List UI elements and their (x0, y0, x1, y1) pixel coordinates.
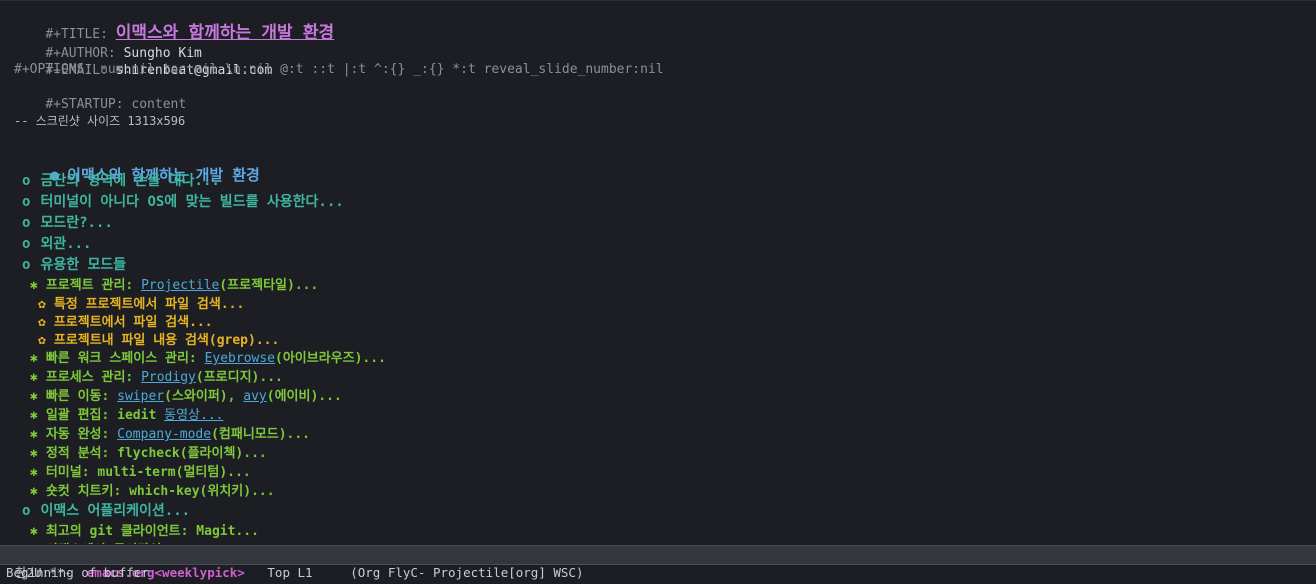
heading-text: 외관... (40, 236, 92, 252)
heading-level3[interactable]: ✱ 프로세스 관리: Prodigy(프로디지)... (30, 369, 283, 387)
bullet-asterisk-icon: ✱ (30, 408, 38, 423)
bullet-circle-icon: o (22, 173, 31, 189)
heading-text: 프로젝트내 파일 내용 검색(grep)... (53, 333, 280, 348)
heading-text: 터미널이 아니다 OS에 맞는 빌드를 사용한다... (40, 194, 344, 210)
heading-text: (스와이퍼), (164, 389, 244, 404)
bullet-asterisk-icon: ✱ (30, 389, 38, 404)
heading-text: (컴패니모드)... (211, 427, 311, 442)
heading-level3[interactable]: ✱ 정적 분석: flycheck(플라이첵)... (30, 445, 267, 463)
heading-level2[interactable]: o 외관... (22, 235, 91, 253)
heading-level3[interactable]: ✱ 최고의 git 클라이언트: Magit... (30, 523, 259, 541)
heading-level3[interactable]: ✱ 빠른 이동: swiper(스와이퍼), avy(에이비)... (30, 388, 342, 406)
heading-level2[interactable]: o 터미널이 아니다 OS에 맞는 빌드를 사용한다... (22, 193, 344, 211)
heading-text: 정적 분석: flycheck(플라이첵)... (45, 446, 267, 461)
heading-text: (프로젝타일)... (219, 278, 319, 293)
heading-level2[interactable]: o 금단의 영역에 손을 대다... (22, 172, 220, 190)
bullet-flower-icon: ✿ (38, 315, 46, 330)
heading-level2[interactable]: o 모드란?... (22, 214, 113, 232)
heading-text: 특정 프로젝트에서 파일 검색... (53, 297, 245, 312)
heading-text: 빠른 이동: (45, 389, 118, 404)
bullet-asterisk-icon: ✱ (30, 370, 38, 385)
heading-text: 프로세스 관리: (45, 370, 142, 385)
bullet-asterisk-icon: ✱ (30, 427, 38, 442)
heading-text: 터미널: multi-term(멀티텀)... (45, 465, 251, 480)
heading-level3[interactable]: ✱ 자동 완성: Company-mode(컴패니모드)... (30, 426, 310, 444)
heading-text: 유용한 모드들 (40, 257, 127, 273)
heading-level4[interactable]: ✿ 프로젝트내 파일 내용 검색(grep)... (38, 332, 279, 350)
heading-link[interactable]: Projectile (141, 278, 219, 293)
bullet-asterisk-icon: ✱ (30, 278, 38, 293)
heading-link[interactable]: Prodigy (141, 370, 196, 385)
bullet-asterisk-icon: ✱ (30, 484, 38, 499)
bullet-asterisk-icon: ✱ (30, 524, 38, 539)
heading-level3[interactable]: ✱ 빠른 워크 스페이스 관리: Eyebrowse(아이브라우즈)... (30, 350, 386, 368)
heading-link[interactable]: avy (243, 389, 266, 404)
heading-link[interactable]: 동영상... (164, 408, 223, 423)
heading-link[interactable]: swiper (117, 389, 164, 404)
heading-text: 프로젝트 관리: (45, 278, 142, 293)
heading-level4[interactable]: ✿ 프로젝트에서 파일 검색... (38, 314, 213, 332)
heading-level3[interactable]: ✱ 숏컷 치트키: which-key(위치키)... (30, 483, 275, 501)
bullet-circle-icon: o (22, 215, 31, 231)
heading-text: 일괄 편집: iedit (45, 408, 165, 423)
bullet-asterisk-icon: ✱ (30, 542, 38, 544)
heading-level3[interactable]: ✱ 프로젝트 관리: Projectile(프로젝타일)... (30, 277, 318, 295)
heading-text: 숏컷 치트키: which-key(위치키)... (45, 484, 275, 499)
heading-text: (프로디지)... (195, 370, 283, 385)
heading-text: (에이비)... (266, 389, 342, 404)
heading-level2[interactable]: o 이맥스 어플리케이션... (22, 502, 190, 520)
bullet-flower-icon: ✿ (38, 297, 46, 312)
bullet-asterisk-icon: ✱ (30, 351, 38, 366)
comment-line[interactable]: -- 스크린샷 사이즈 1313x596 (14, 112, 185, 130)
heading-text: 모드란?... (40, 215, 113, 231)
heading-link[interactable]: Company-mode (117, 427, 211, 442)
heading-text: 빠른 워크 스페이스 관리: (45, 351, 205, 366)
bullet-asterisk-icon: ✱ (30, 465, 38, 480)
heading-level4[interactable]: ✿ 특정 프로젝트에서 파일 검색... (38, 296, 244, 314)
heading-level3[interactable]: ✱ 일괄 편집: iedit 동영상... (30, 407, 223, 425)
bullet-asterisk-icon: ✱ (30, 446, 38, 461)
heading-text: 자동 완성: (45, 427, 118, 442)
bullet-circle-icon: o (22, 236, 31, 252)
heading-level2[interactable]: o 유용한 모드들 (22, 256, 126, 274)
bullet-circle-icon: o (22, 194, 31, 210)
bullet-circle-icon: o (22, 257, 31, 273)
heading-text: 금단의 영역에 손을 대다... (40, 173, 220, 189)
heading-level3[interactable]: ✱ 이맥스에서 문서작성 (30, 542, 161, 544)
bullet-flower-icon: ✿ (38, 333, 46, 348)
heading-text: 이맥스에서 문서작성 (46, 543, 161, 544)
mode-line: 한2U:**- emacs.org<weeklypick> Top L1 (Or… (0, 545, 1316, 580)
heading-text: 이맥스 어플리케이션... (40, 503, 191, 519)
heading-text: 최고의 git 클라이언트: Magit... (45, 524, 259, 539)
options-line[interactable]: #+OPTIONS: num:nil toc:nil \n:nil @:t ::… (14, 61, 664, 79)
heading-text: 프로젝트에서 파일 검색... (53, 315, 213, 330)
heading-level3[interactable]: ✱ 터미널: multi-term(멀티텀)... (30, 464, 251, 482)
heading-text: (아이브라우즈)... (275, 351, 386, 366)
editor-buffer[interactable]: #+TITLE: 이맥스와 함께하는 개발 환경 #+AUTHOR: Sungh… (0, 2, 1316, 544)
heading-link[interactable]: Eyebrowse (205, 351, 275, 366)
echo-area: Beginning of buffer (6, 565, 149, 580)
bullet-circle-icon: o (22, 503, 31, 519)
frame-top-border (0, 0, 1316, 1)
startup-value: content (131, 97, 187, 112)
startup-keyword: #+STARTUP: (45, 97, 132, 112)
